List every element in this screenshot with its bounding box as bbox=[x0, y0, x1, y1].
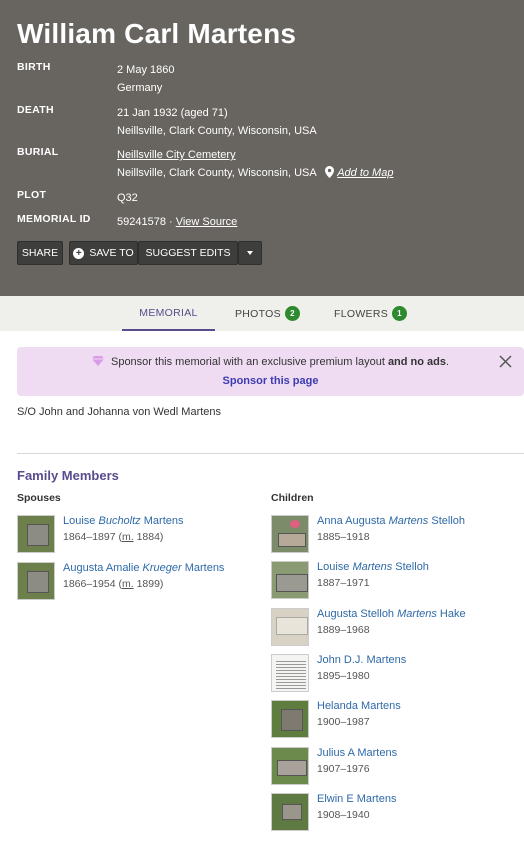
tab-photos[interactable]: PHOTOS 2 bbox=[235, 296, 300, 331]
child-dates: 1900–1987 bbox=[317, 716, 370, 728]
headstone-thumbnail bbox=[271, 608, 309, 646]
spouse-married-abbr: m. bbox=[121, 578, 134, 590]
spouse-maiden: Krueger bbox=[142, 562, 182, 574]
headstone-thumbnail bbox=[271, 700, 309, 738]
add-to-map-link[interactable]: Add to Map bbox=[337, 167, 393, 179]
sponsor-banner: Sponsor this memorial with an exclusive … bbox=[17, 347, 524, 396]
memorial-id-label: MEMORIAL ID bbox=[17, 213, 91, 225]
headstone-thumbnail bbox=[271, 793, 309, 831]
child-dates: 1908–1940 bbox=[317, 809, 370, 821]
tab-memorial-label: MEMORIAL bbox=[139, 306, 198, 319]
save-to-button[interactable]: + SAVE TO bbox=[69, 241, 138, 265]
spouse-first: Augusta Amalie bbox=[63, 562, 143, 574]
child-dates: 1907–1976 bbox=[317, 763, 370, 775]
child-dates: 1885–1918 bbox=[317, 531, 370, 543]
photos-count-badge: 2 bbox=[284, 306, 300, 321]
child-maiden: Martens bbox=[352, 561, 393, 573]
death-place: Neillsville, Clark County, Wisconsin, US… bbox=[117, 125, 317, 137]
family-members-title: Family Members bbox=[17, 468, 119, 483]
spouse-married-year: 1899) bbox=[133, 578, 164, 590]
diamond-icon bbox=[91, 356, 104, 369]
memorial-id-value: 59241578 · bbox=[117, 216, 176, 228]
child-dates: 1887–1971 bbox=[317, 577, 370, 589]
spouse-first: Louise bbox=[63, 515, 99, 527]
child-first: Elwin E Martens bbox=[317, 793, 397, 805]
child-item[interactable]: Elwin E Martens 1908–1940 bbox=[271, 793, 511, 833]
tab-memorial[interactable]: MEMORIAL bbox=[122, 296, 215, 331]
tab-photos-label: PHOTOS bbox=[235, 307, 281, 320]
memorial-header: William Carl Martens BIRTH 2 May 1860 Ge… bbox=[0, 0, 524, 296]
memorial-tabs: MEMORIAL PHOTOS 2 FLOWERS 1 bbox=[0, 296, 524, 331]
child-first: John D.J. Martens bbox=[317, 654, 407, 666]
spouse-item[interactable]: Augusta Amalie Krueger Martens 1866–1954… bbox=[17, 562, 257, 602]
tab-flowers[interactable]: FLOWERS 1 bbox=[334, 296, 408, 331]
tab-flowers-label: FLOWERS bbox=[334, 307, 389, 320]
child-last: Stelloh bbox=[392, 561, 429, 573]
spouse-married-year: 1884) bbox=[133, 531, 164, 543]
child-first: Julius A Martens bbox=[317, 747, 398, 759]
spouse-item[interactable]: Louise Bucholtz Martens 1864–1897 (m. 18… bbox=[17, 515, 257, 555]
sponsor-text-bold: and no ads bbox=[387, 356, 446, 368]
spouse-married-abbr: m. bbox=[121, 531, 134, 543]
spouse-dates: 1864–1897 ( bbox=[63, 531, 122, 543]
burial-label: BURIAL bbox=[17, 146, 59, 158]
view-source-link[interactable]: View Source bbox=[176, 216, 238, 228]
children-label: Children bbox=[271, 492, 314, 504]
spouse-maiden: Bucholtz bbox=[98, 515, 141, 527]
cemetery-link[interactable]: Neillsville City Cemetery bbox=[117, 149, 236, 161]
headstone-thumbnail bbox=[17, 562, 55, 600]
child-dates: 1895–1980 bbox=[317, 670, 370, 682]
plus-circle-icon: + bbox=[73, 247, 85, 259]
caret-down-icon bbox=[247, 251, 253, 255]
death-date: 21 Jan 1932 (aged 71) bbox=[117, 107, 228, 119]
flowers-count-badge: 1 bbox=[392, 306, 408, 321]
child-first: Augusta Stelloh bbox=[317, 608, 398, 620]
birth-label: BIRTH bbox=[17, 61, 51, 73]
sponsor-text: Sponsor this memorial with an exclusive … bbox=[110, 356, 388, 368]
child-item[interactable]: John D.J. Martens 1895–1980 bbox=[271, 654, 511, 694]
map-pin-icon bbox=[325, 166, 335, 184]
divider bbox=[17, 453, 524, 454]
document-thumbnail bbox=[271, 654, 309, 692]
headstone-thumbnail bbox=[17, 515, 55, 553]
child-item[interactable]: Augusta Stelloh Martens Hake 1889–1968 bbox=[271, 608, 511, 648]
sponsor-page-link[interactable]: Sponsor this page bbox=[17, 375, 524, 387]
sponsor-text-period: . bbox=[446, 356, 450, 368]
child-first: Louise bbox=[317, 561, 353, 573]
more-options-button[interactable] bbox=[238, 241, 262, 265]
suggest-edits-button[interactable]: SUGGEST EDITS bbox=[138, 241, 238, 265]
burial-place: Neillsville, Clark County, Wisconsin, US… bbox=[117, 167, 317, 179]
spouse-last: Martens bbox=[140, 515, 184, 527]
spouse-last: Martens bbox=[181, 562, 225, 574]
child-item[interactable]: Louise Martens Stelloh 1887–1971 bbox=[271, 561, 511, 601]
child-item[interactable]: Anna Augusta Martens Stelloh 1885–1918 bbox=[271, 515, 511, 555]
plot-label: PLOT bbox=[17, 189, 47, 201]
child-first: Anna Augusta bbox=[317, 515, 389, 527]
share-button[interactable]: SHARE bbox=[17, 241, 63, 265]
save-to-label: SAVE TO bbox=[89, 247, 134, 259]
child-maiden: Martens bbox=[388, 515, 429, 527]
child-item[interactable]: Helanda Martens 1900–1987 bbox=[271, 700, 511, 740]
spouse-dates: 1866–1954 ( bbox=[63, 578, 122, 590]
spouses-label: Spouses bbox=[17, 492, 61, 504]
child-last: Stelloh bbox=[428, 515, 466, 527]
bio-text: S/O John and Johanna von Wedl Martens bbox=[17, 406, 222, 418]
death-label: DEATH bbox=[17, 104, 54, 116]
child-first: Helanda Martens bbox=[317, 700, 401, 712]
page-title: William Carl Martens bbox=[17, 18, 297, 49]
close-icon[interactable] bbox=[499, 355, 512, 373]
child-dates: 1889–1968 bbox=[317, 624, 370, 636]
birth-place: Germany bbox=[117, 82, 163, 94]
headstone-thumbnail bbox=[271, 515, 309, 553]
headstone-thumbnail bbox=[271, 747, 309, 785]
child-last: Hake bbox=[436, 608, 466, 620]
child-maiden: Martens bbox=[397, 608, 437, 620]
child-item[interactable]: Julius A Martens 1907–1976 bbox=[271, 747, 511, 787]
headstone-thumbnail bbox=[271, 561, 309, 599]
birth-date: 2 May 1860 bbox=[117, 64, 175, 76]
plot-value: Q32 bbox=[117, 192, 138, 204]
